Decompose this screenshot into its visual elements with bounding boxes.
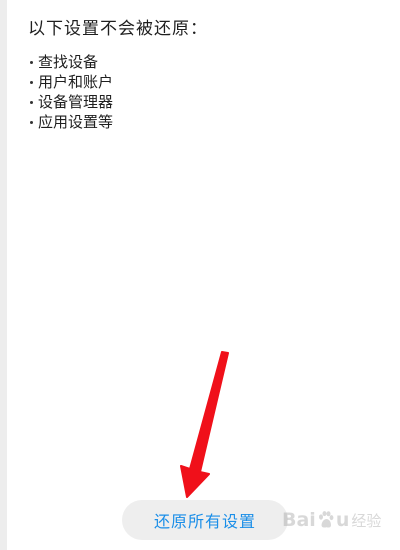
- list-item: 设备管理器: [28, 92, 388, 112]
- notice-heading: 以下设置不会被还原：: [28, 19, 208, 39]
- watermark-brand-cn: 经验: [351, 511, 382, 530]
- left-edge-bar: [0, 0, 7, 550]
- preserved-settings-list: 查找设备 用户和账户 设备管理器 应用设置等: [28, 52, 388, 132]
- list-item: 用户和账户: [28, 72, 388, 92]
- list-item: 应用设置等: [28, 112, 388, 132]
- list-item-label: 应用设置等: [38, 113, 114, 131]
- list-item-label: 查找设备: [38, 53, 99, 71]
- bullet-icon: [30, 60, 33, 64]
- watermark-brand-right: u: [335, 509, 350, 531]
- bullet-icon: [30, 100, 33, 104]
- list-item-label: 设备管理器: [38, 93, 114, 111]
- bullet-icon: [30, 80, 33, 84]
- list-item: 查找设备: [28, 52, 388, 72]
- list-item-label: 用户和账户: [38, 73, 114, 91]
- baidu-paw-icon: [318, 511, 334, 528]
- reset-all-settings-button[interactable]: 还原所有设置: [122, 500, 288, 540]
- bullet-icon: [30, 120, 33, 124]
- baidu-jingyan-watermark: Bai u 经验: [282, 506, 381, 534]
- reset-notice: 以下设置不会被还原： 查找设备 用户和账户 设备管理器 应用设置等: [28, 16, 388, 132]
